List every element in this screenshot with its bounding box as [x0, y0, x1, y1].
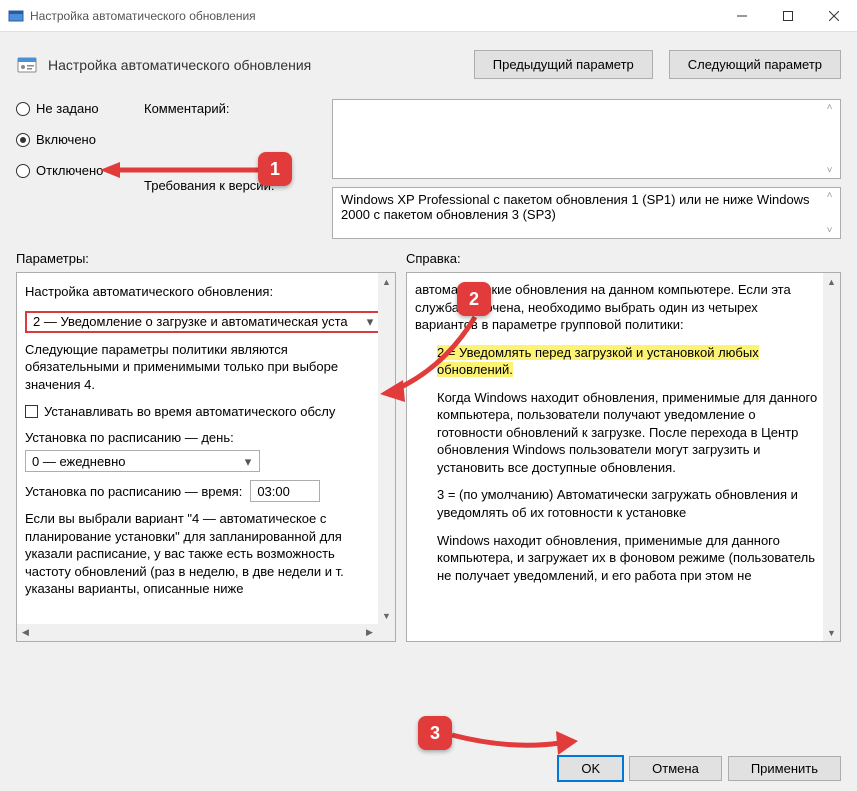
section-labels: Параметры: Справка:: [0, 239, 857, 272]
help-p5: Windows находит обновления, применимые д…: [415, 532, 818, 585]
scroll-corner: [378, 624, 395, 641]
options-note: Следующие параметры политики являются об…: [25, 341, 383, 394]
scroll-down-icon[interactable]: ▼: [823, 624, 840, 641]
help-label: Справка:: [406, 251, 841, 266]
next-setting-button[interactable]: Следующий параметр: [669, 50, 841, 79]
radio-enabled[interactable]: Включено: [16, 132, 126, 147]
scroll-left-icon[interactable]: ◀: [17, 624, 34, 641]
sched-day-combo[interactable]: 0 — ежедневно ▾: [25, 450, 260, 472]
radio-label: Включено: [36, 132, 96, 147]
upper-right: ˄˅ Windows XP Professional с пакетом обн…: [332, 99, 841, 239]
lower-section: Настройка автоматического обновления: 2 …: [0, 272, 857, 642]
previous-setting-button[interactable]: Предыдущий параметр: [474, 50, 653, 79]
radio-not-configured[interactable]: Не задано: [16, 101, 126, 116]
cancel-button[interactable]: Отмена: [629, 756, 722, 781]
help-p3: Когда Windows находит обновления, примен…: [415, 389, 818, 477]
annotation-2: 2: [457, 282, 491, 316]
dialog-footer: OK Отмена Применить: [558, 756, 841, 781]
sched-day-label: Установка по расписанию — день:: [25, 429, 383, 447]
upper-section: Не задано Включено Отключено Комментарий…: [0, 99, 857, 239]
options-hscroll[interactable]: ◀ ▶: [17, 624, 378, 641]
maximize-button[interactable]: [765, 0, 811, 31]
help-pane: автоматические обновления на данном комп…: [406, 272, 841, 642]
comment-label: Комментарий:: [144, 101, 314, 116]
sched-time-label: Установка по расписанию — время:: [25, 483, 242, 501]
apply-button[interactable]: Применить: [728, 756, 841, 781]
checkbox-label: Устанавливать во время автоматического о…: [44, 403, 335, 421]
comment-textarea[interactable]: ˄˅: [332, 99, 841, 179]
window-title: Настройка автоматического обновления: [30, 9, 719, 23]
help-p2-highlight: 2 = Уведомлять перед загрузкой и установ…: [437, 345, 759, 378]
sched-time-input[interactable]: 03:00: [250, 480, 320, 502]
policy-title: Настройка автоматического обновления: [48, 57, 458, 73]
radio-disabled[interactable]: Отключено: [16, 163, 126, 178]
supported-text: Windows XP Professional с пакетом обновл…: [341, 192, 810, 222]
chevron-down-icon: ▾: [361, 313, 379, 331]
chevron-down-icon: ▾: [239, 451, 257, 471]
radio-label: Отключено: [36, 163, 103, 178]
annotation-3: 3: [418, 716, 452, 750]
scroll-up-icon[interactable]: ▲: [378, 273, 395, 290]
radio-icon: [16, 133, 30, 147]
ok-button[interactable]: OK: [558, 756, 623, 781]
state-radios: Не задано Включено Отключено: [16, 99, 126, 239]
options-pane: Настройка автоматического обновления: 2 …: [16, 272, 396, 642]
supported-on-box: Windows XP Professional с пакетом обновл…: [332, 187, 841, 239]
annotation-1: 1: [258, 152, 292, 186]
scroll-down-icon[interactable]: ▼: [378, 607, 395, 624]
options-title: Настройка автоматического обновления:: [25, 283, 383, 301]
combo-value: 2 — Уведомление о загрузке и автоматичес…: [33, 313, 348, 331]
app-icon: [8, 8, 24, 24]
help-p4: 3 = (по умолчанию) Автоматически загружа…: [415, 486, 818, 521]
maintenance-checkbox-row[interactable]: Устанавливать во время автоматического о…: [25, 403, 383, 421]
help-vscroll[interactable]: ▲ ▼: [823, 273, 840, 641]
scroll-right-icon[interactable]: ▶: [361, 624, 378, 641]
radio-icon: [16, 164, 30, 178]
policy-header: Настройка автоматического обновления Пре…: [0, 32, 857, 99]
minimize-button[interactable]: [719, 0, 765, 31]
titlebar: Настройка автоматического обновления: [0, 0, 857, 32]
scroll-up-icon[interactable]: ▲: [823, 273, 840, 290]
window-controls: [719, 0, 857, 31]
options-tail-text: Если вы выбрали вариант "4 — автоматичес…: [25, 510, 383, 598]
combo-value: 0 — ежедневно: [32, 453, 126, 471]
radio-label: Не задано: [36, 101, 99, 116]
policy-icon: [16, 54, 38, 76]
update-mode-combo[interactable]: 2 — Уведомление о загрузке и автоматичес…: [25, 311, 383, 333]
radio-icon: [16, 102, 30, 116]
options-vscroll[interactable]: ▲ ▼: [378, 273, 395, 624]
checkbox-icon: [25, 405, 38, 418]
options-label: Параметры:: [16, 251, 396, 266]
close-button[interactable]: [811, 0, 857, 31]
